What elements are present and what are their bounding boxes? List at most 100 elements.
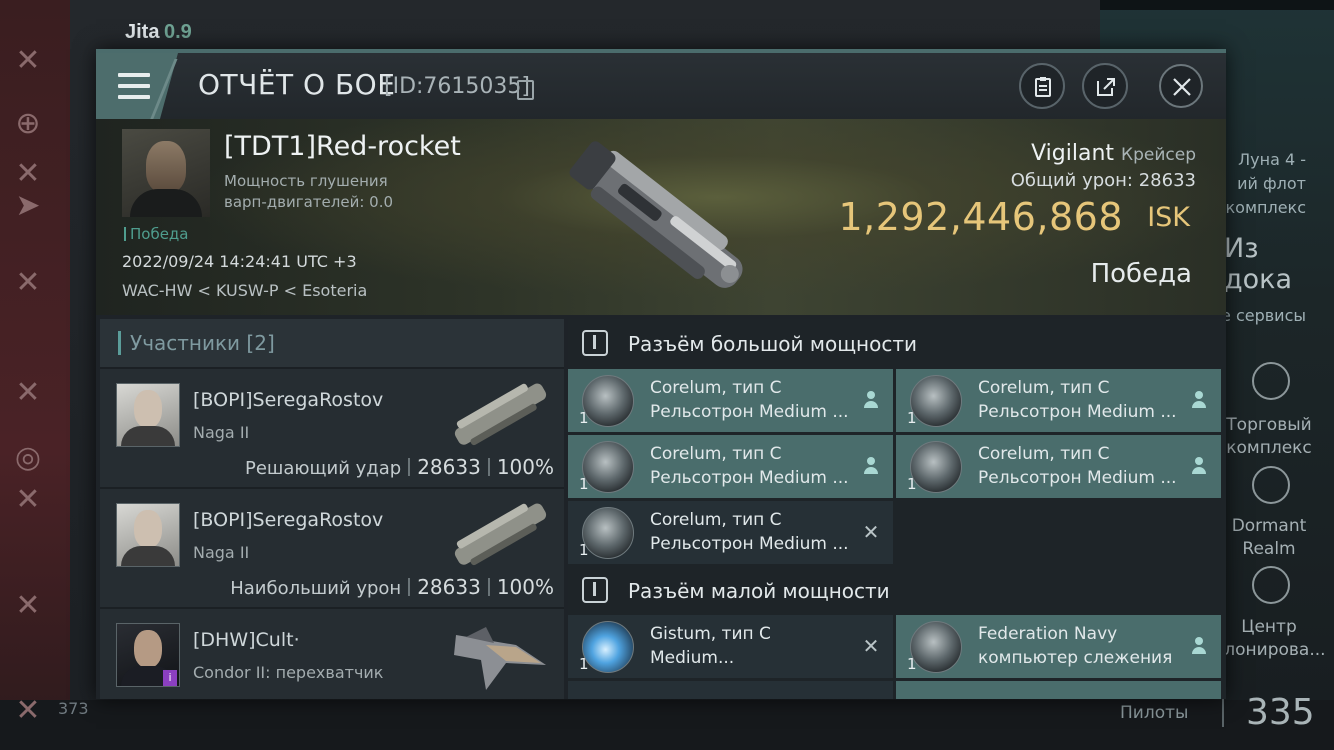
participant-stats: Решающий удар 28633 100% [245,455,554,479]
right-text-2: ий флот [1237,174,1306,193]
warp-scramble-strength: Мощность глушения варп-двигателей: 0.0 [224,172,394,211]
trade-hub-label[interactable]: Торговый комплекс [1214,414,1324,460]
undock-label[interactable]: Из дока [1224,233,1334,295]
total-damage-value: 28633 [1138,170,1196,191]
total-damage: Общий урон: 28633 [1011,170,1196,191]
participants-title: Участники [2] [130,331,275,355]
module-name: Corelum, тип C [978,444,1110,464]
fitted-module[interactable]: 1 Federation Navy компьютер слежения [896,615,1221,678]
low-slot-icon [582,577,608,603]
destroyed-x-icon: ✕ [862,520,880,544]
hamburger-line [118,84,150,88]
participant-name[interactable]: [BOPI]SeregaRostov [193,509,383,531]
participant-role: Решающий удар [244,458,402,479]
fitted-module[interactable]: 1 Corelum, тип C Рельсотрон Medium ... ✕ [568,501,893,564]
fitted-module-partial[interactable] [568,681,893,699]
system-name: Jita [125,21,160,43]
combat-report-dialog: ОТЧЁТ О БОЕ [ID:7615035] [TDT1]Red-rocke… [96,49,1226,699]
victim-portrait[interactable] [122,129,210,217]
participant-avatar[interactable] [116,503,180,567]
fitted-module[interactable]: 1 Corelum, тип C Рельсотрон Medium ... [896,435,1221,498]
ship-class: Крейсер [1121,145,1196,165]
fitted-module[interactable]: 1 Corelum, тип C Рельсотрон Medium ... [896,369,1221,432]
participant-row[interactable]: [BOPI]SeregaRostov Naga II Решающий удар… [100,367,564,487]
victim-ship-name: Vigilant Крейсер [1031,141,1196,166]
module-name: Gistum, тип C [650,624,771,644]
module-type: Рельсотрон Medium ... [650,534,849,554]
clone-center-label[interactable]: Центр клонирова... [1214,616,1326,662]
victim-header: [TDT1]Red-rocket Мощность глушения варп-… [96,119,1226,315]
pilots-separator [1222,697,1224,727]
clone-center-icon[interactable] [1252,566,1290,604]
bottom-count: 373 [58,699,89,718]
close-button[interactable] [1159,64,1203,108]
dialog-title: ОТЧЁТ О БОЕ [198,68,396,101]
close-icon[interactable]: ✕ [14,159,42,189]
isk-value: 1,292,446,868 [838,195,1123,239]
fitted-module[interactable]: 1 Corelum, тип C Рельсотрон Medium ... [568,369,893,432]
close-icon[interactable]: ✕ [14,46,42,76]
participant-ship-image[interactable] [446,375,556,455]
participant-name[interactable]: [DHW]Cult· [193,629,300,651]
nes-store-icon[interactable] [1252,362,1290,400]
system-security: 0.9 [164,21,192,43]
omega-badge-icon: i [163,670,177,686]
participant-ship: Naga II [193,543,250,562]
close-icon[interactable]: ✕ [14,378,42,408]
module-type: Рельсотрон Medium ... [978,402,1177,422]
total-damage-label: Общий урон: [1010,170,1133,191]
high-slot-header: Разъём большой мощности [568,319,1226,369]
module-quantity: 1 [579,541,589,559]
dormant-realm-icon[interactable] [1252,466,1290,504]
participant-ship-image[interactable] [446,495,556,575]
pilots-count: 335 [1246,692,1315,733]
module-type: Medium... [650,648,735,668]
participant-damage: 28633 [417,455,481,479]
close-icon[interactable]: ✕ [14,485,42,515]
module-name: Corelum, тип C [650,444,782,464]
participant-avatar[interactable]: i [116,623,180,687]
dropped-person-icon [1189,636,1209,656]
participant-ship: Condor II: перехватчик [193,663,384,682]
fitted-module[interactable]: 1 Corelum, тип C Рельсотрон Medium ... [568,435,893,498]
participant-percent: 100% [496,575,554,599]
participant-row[interactable]: [BOPI]SeregaRostov Naga II Наибольший ур… [100,487,564,607]
hamburger-line [118,95,150,99]
fitted-module[interactable]: 1 Gistum, тип C Medium... ✕ [568,615,893,678]
hamburger-menu-icon [118,73,150,77]
anchor-icon[interactable]: ⊕ [14,109,42,139]
fitted-module-partial[interactable] [896,681,1221,699]
ship-name-text[interactable]: Vigilant [1031,141,1114,166]
module-type: Рельсотрон Medium ... [650,468,849,488]
participant-ship-image[interactable] [446,615,556,695]
copy-icon[interactable] [517,80,534,100]
high-slot-title: Разъём большой мощности [628,332,917,356]
participant-row[interactable]: i [DHW]Cult· Condor II: перехватчик [100,607,564,699]
portrait-head [146,141,186,193]
participant-role: Наибольший урон [230,578,402,599]
clipboard-button[interactable] [1019,63,1065,109]
navigation-arrow-icon[interactable]: ➤ [14,191,42,221]
close-icon[interactable]: ✕ [14,591,42,621]
share-button[interactable] [1082,63,1128,109]
target-icon[interactable]: ◎ [14,443,42,473]
victim-name[interactable]: [TDT1]Red-rocket [224,131,461,162]
kill-datetime: 2022/09/24 14:24:41 UTC +3 [122,252,357,271]
services-label: е сервисы [1221,306,1306,325]
header-accent-bar [118,331,121,355]
participant-name[interactable]: [BOPI]SeregaRostov [193,389,383,411]
close-icon[interactable]: ✕ [14,268,42,298]
module-quantity: 1 [579,655,589,673]
victim-ship-image[interactable] [546,134,776,314]
module-name: Corelum, тип C [650,510,782,530]
fittings-panel: Разъём большой мощности 1 Corelum, тип C… [568,319,1226,699]
low-slot-title: Разъём малой мощности [628,579,890,603]
railgun-icon [582,441,634,493]
dormant-realm-label[interactable]: Dormant Realm [1214,515,1324,561]
close-icon[interactable]: ✕ [14,696,42,726]
kill-location[interactable]: WAC-HW < KUSW-P < Esoteria [122,281,367,300]
railgun-icon [910,375,962,427]
isk-unit: ISK [1147,202,1190,233]
participant-avatar[interactable] [116,383,180,447]
close-icon [1173,78,1191,96]
